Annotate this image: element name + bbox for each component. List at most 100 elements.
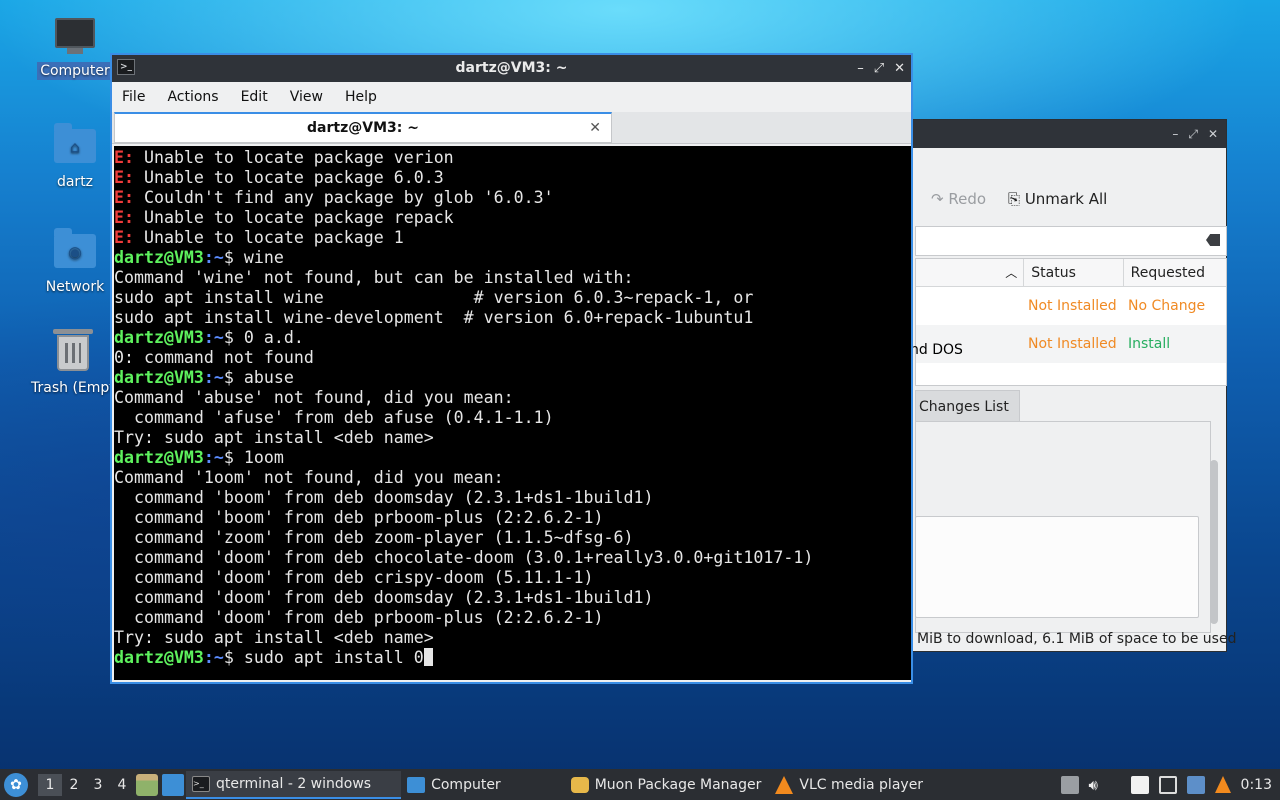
search-input[interactable]	[915, 226, 1227, 256]
volume-icon[interactable]: 🔊︎	[1089, 776, 1107, 794]
table-row[interactable]: nd DOS Not Installed Install	[910, 325, 1226, 363]
status-cell: Not Installed	[1028, 336, 1117, 352]
desktop-icon-label: Computer	[37, 62, 113, 80]
minimize-icon[interactable]: –	[857, 55, 864, 82]
terminal-line: dartz@VM3:~$ abuse	[114, 368, 294, 387]
task-vlc[interactable]: VLC media player	[769, 771, 931, 799]
terminal-line: command 'zoom' from deb zoom-player (1.1…	[114, 528, 634, 547]
menu-actions[interactable]: Actions	[167, 89, 228, 105]
requested-cell: No Change	[1128, 298, 1206, 314]
terminal-line: dartz@VM3:~$ sudo apt install 0	[114, 648, 911, 668]
workspace-4[interactable]: 4	[110, 774, 134, 796]
terminal-app-icon: >_	[117, 59, 135, 75]
table-header: ︿ Status Requested	[916, 259, 1226, 287]
menu-view[interactable]: View	[290, 89, 333, 105]
tab-changes-list[interactable]: Changes List	[915, 390, 1020, 422]
system-tray: 🔊︎ 0:13	[1060, 769, 1280, 800]
terminal-line: Command '1oom' not found, did you mean:	[114, 468, 504, 487]
display-icon[interactable]	[1158, 775, 1177, 794]
terminal-line: sudo apt install wine-development # vers…	[114, 308, 754, 327]
network-folder-icon: ◉	[53, 228, 97, 274]
close-icon[interactable]: ✕	[894, 55, 905, 82]
error-prefix: E:	[114, 228, 134, 247]
terminal-line: Command 'abuse' not found, did you mean:	[114, 388, 514, 407]
terminal-line: dartz@VM3:~$ 0 a.d.	[114, 328, 304, 347]
window-title: dartz@VM3: ~	[455, 60, 568, 76]
prompt-path: :~	[203, 648, 224, 667]
column-header-requested[interactable]: Requested	[1124, 259, 1226, 287]
computer-icon	[53, 18, 97, 58]
desktop-icon-label: Network	[45, 279, 105, 295]
workspace-2[interactable]: 2	[62, 774, 86, 796]
unmark-icon: ⎘	[1008, 190, 1025, 208]
task-qterminal[interactable]: >_ qterminal - 2 windows	[186, 770, 402, 799]
tab-close-icon[interactable]: ✕	[589, 114, 601, 142]
prompt-user: dartz@VM3	[114, 368, 204, 387]
status-bar-text: MiB to download, 6.1 MiB of space to be …	[917, 631, 1237, 647]
tab-bar: dartz@VM3: ~ ✕	[112, 112, 911, 144]
package-table: ︿ Status Requested Not Installed No Chan…	[910, 258, 1227, 386]
muon-icon	[570, 776, 589, 793]
clipboard-icon[interactable]	[1060, 775, 1079, 794]
terminal-line: command 'doom' from deb doomsday (2.3.1+…	[114, 588, 654, 607]
menu-edit[interactable]: Edit	[241, 89, 278, 105]
clock[interactable]: 0:13	[1241, 777, 1272, 793]
task-label: Computer	[431, 776, 501, 793]
maximize-icon[interactable]: ⤢	[874, 55, 884, 82]
unmark-all-button[interactable]: ⎘ Unmark All	[1008, 190, 1107, 208]
terminal-line: command 'afuse' from deb afuse (0.4.1-1.…	[114, 408, 554, 427]
desktop-icon-computer[interactable]: Computer	[35, 18, 115, 80]
terminal-line: E: Unable to locate package verion	[114, 148, 454, 167]
status-cell: Not Installed	[1028, 298, 1117, 314]
table-row[interactable]: Not Installed No Change	[916, 287, 1226, 325]
terminal-icon: >_	[192, 775, 210, 792]
redo-icon: ↷	[931, 190, 949, 208]
desktop-icon-home[interactable]: ⌂ dartz	[35, 123, 115, 191]
column-header-status[interactable]: Status	[1024, 259, 1124, 287]
clear-search-icon[interactable]	[1206, 234, 1220, 246]
desktop-icon-trash[interactable]: Trash (Empt	[28, 329, 118, 397]
error-prefix: E:	[114, 208, 134, 227]
home-folder-icon: ⌂	[53, 123, 97, 169]
start-menu-icon[interactable]: ✿	[4, 772, 28, 797]
show-desktop-icon[interactable]	[162, 773, 184, 796]
terminal-line: dartz@VM3:~$ wine	[114, 248, 284, 267]
desktop-icon-label: dartz	[56, 174, 94, 190]
task-computer[interactable]: Computer	[401, 771, 565, 799]
column-header-name[interactable]: ︿	[916, 259, 1025, 287]
menu-help[interactable]: Help	[345, 89, 387, 105]
close-icon[interactable]: ✕	[1208, 127, 1218, 141]
vlc-cone-icon	[775, 775, 794, 794]
menu-bar: File Actions Edit View Help	[112, 82, 911, 112]
terminal-line: E: Unable to locate package 6.0.3	[114, 168, 444, 187]
vlc-tray-icon[interactable]	[1214, 776, 1231, 793]
prompt-path: :~	[203, 368, 224, 387]
terminal-titlebar[interactable]: >_ dartz@VM3: ~ – ⤢ ✕	[112, 55, 911, 82]
prompt-path: :~	[203, 328, 224, 347]
prompt-user: dartz@VM3	[114, 648, 204, 667]
tab-terminal[interactable]: dartz@VM3: ~ ✕	[114, 112, 612, 143]
terminal-output[interactable]: E: Unable to locate package verion E: Una…	[114, 146, 911, 680]
redo-button[interactable]: ↷ Redo	[931, 190, 986, 208]
terminal-line: E: Couldn't find any package by glob '6.…	[114, 188, 554, 207]
file-manager-launcher-icon[interactable]	[136, 773, 158, 796]
task-muon[interactable]: Muon Package Manager	[565, 771, 770, 799]
workspace-1[interactable]: 1	[38, 773, 62, 796]
muon-titlebar[interactable]: – ⤢ ✕	[901, 120, 1226, 148]
scrollbar[interactable]	[1210, 460, 1218, 624]
workspace-3[interactable]: 3	[86, 774, 110, 796]
terminal-window[interactable]: >_ dartz@VM3: ~ – ⤢ ✕ File Actions Edit …	[110, 53, 913, 684]
menu-file[interactable]: File	[122, 89, 155, 105]
task-label: Muon Package Manager	[594, 776, 762, 793]
package-name-cell: nd DOS	[910, 342, 963, 358]
notes-icon[interactable]	[1130, 775, 1149, 794]
terminal-line: command 'doom' from deb crispy-doom (5.1…	[114, 568, 594, 587]
minimize-icon[interactable]: –	[1172, 127, 1178, 141]
network-icon[interactable]	[1186, 775, 1205, 794]
terminal-line: Try: sudo apt install <deb name>	[114, 628, 434, 647]
maximize-icon[interactable]: ⤢	[1188, 127, 1198, 142]
prompt-path: :~	[203, 248, 224, 267]
terminal-line: command 'doom' from deb prboom-plus (2:2…	[114, 608, 604, 627]
desktop-icon-network[interactable]: ◉ Network	[35, 228, 115, 296]
muon-window[interactable]: – ⤢ ✕ ↷ Redo ⎘ Unmark All ︿ Status Reque…	[900, 119, 1236, 652]
